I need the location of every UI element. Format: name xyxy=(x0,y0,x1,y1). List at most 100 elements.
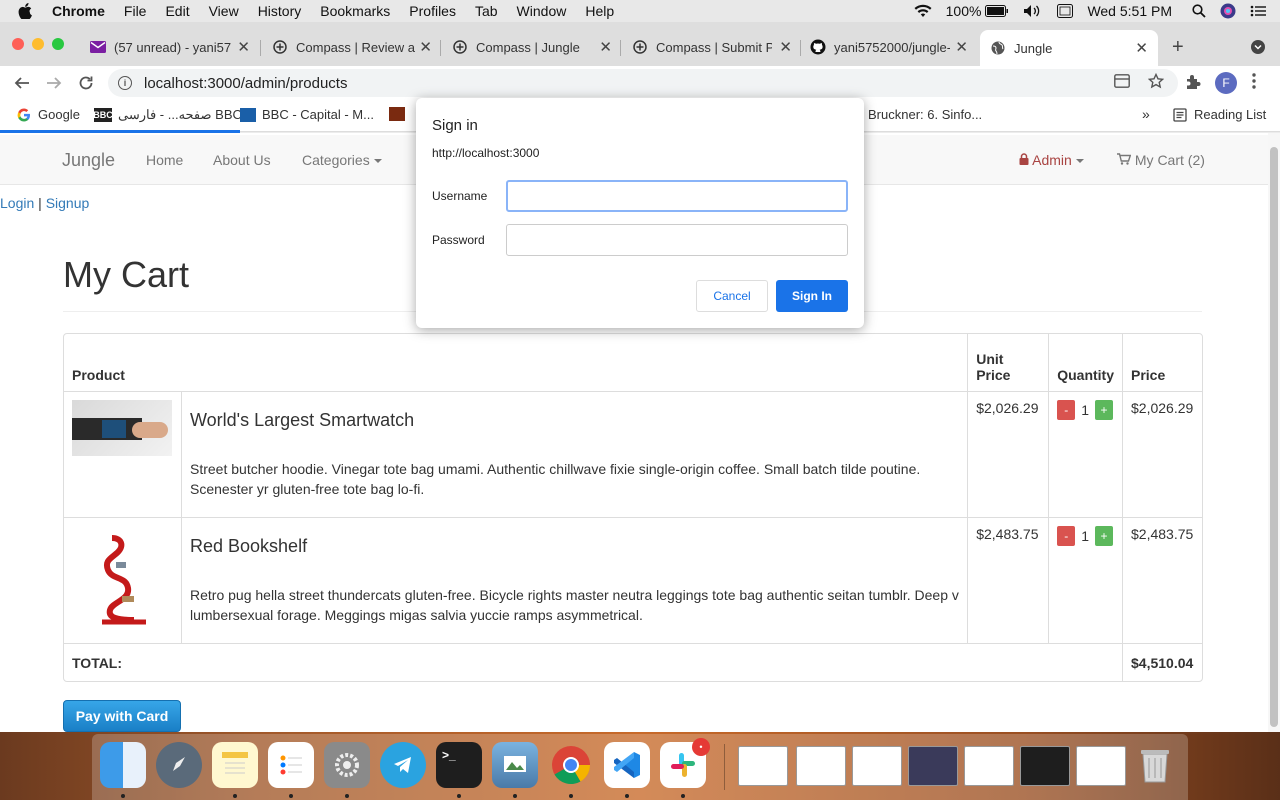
product-image-cell xyxy=(64,391,181,517)
close-tab-icon[interactable]: ✕ xyxy=(955,38,968,56)
menu-edit[interactable]: Edit xyxy=(165,3,189,19)
bookmark-bruckner[interactable]: Bruckner: 6. Sinfo... xyxy=(868,107,982,122)
apple-icon[interactable] xyxy=(18,3,36,19)
minimized-window-thumbnail[interactable] xyxy=(1020,746,1070,786)
github-icon xyxy=(810,39,826,55)
close-tab-icon[interactable]: ✕ xyxy=(237,38,250,56)
site-info-icon[interactable]: i xyxy=(118,76,132,90)
telegram-icon[interactable] xyxy=(380,742,426,788)
bookmark-bbc-capital[interactable]: BBC - Capital - M... xyxy=(240,107,374,122)
chrome-menu-icon[interactable] xyxy=(1252,73,1256,89)
nav-admin[interactable]: Admin xyxy=(1019,152,1084,168)
bookmark-bbc-persian[interactable]: BBC صفحه... - فارسی BBC xyxy=(93,107,242,123)
close-tab-icon[interactable]: ✕ xyxy=(419,38,432,56)
notes-icon[interactable] xyxy=(212,742,258,788)
site-brand[interactable]: Jungle xyxy=(62,150,115,171)
address-bar[interactable]: i localhost:3000/admin/products xyxy=(108,69,1178,97)
close-window-icon[interactable] xyxy=(12,38,24,50)
menu-file[interactable]: File xyxy=(124,3,147,19)
minimized-window-thumbnail[interactable] xyxy=(738,746,788,786)
close-tab-icon[interactable]: ✕ xyxy=(1135,39,1148,57)
cancel-button[interactable]: Cancel xyxy=(696,280,768,312)
nav-about-us[interactable]: About Us xyxy=(213,152,271,168)
tab-compass-review[interactable]: Compass | Review a ✕ xyxy=(272,34,432,60)
page-scrollbar[interactable] xyxy=(1268,133,1280,732)
system-preferences-icon[interactable] xyxy=(324,742,370,788)
menu-chrome[interactable]: Chrome xyxy=(52,3,105,19)
minimize-window-icon[interactable] xyxy=(32,38,44,50)
bookmark-star-icon[interactable] xyxy=(1147,72,1165,94)
siri-icon[interactable] xyxy=(1220,3,1236,19)
scrollbar-thumb[interactable] xyxy=(1270,147,1278,727)
address-url[interactable]: localhost:3000/admin/products xyxy=(144,75,347,92)
clock-text[interactable]: Wed 5:51 PM xyxy=(1087,3,1172,19)
signup-link[interactable]: Signup xyxy=(46,195,90,211)
menu-profiles[interactable]: Profiles xyxy=(409,3,456,19)
nav-categories[interactable]: Categories xyxy=(302,152,382,168)
tab-github[interactable]: yani5752000/jungle- ✕ xyxy=(810,34,968,60)
login-link[interactable]: Login xyxy=(0,195,34,211)
forward-arrow-icon[interactable] xyxy=(44,73,64,93)
minimized-window-thumbnail[interactable] xyxy=(964,746,1014,786)
increase-quantity-button[interactable]: + xyxy=(1095,400,1114,420)
browser-toolbar: i localhost:3000/admin/products F xyxy=(0,66,1280,100)
nav-my-cart[interactable]: My Cart (2) xyxy=(1117,152,1205,168)
username-input[interactable] xyxy=(506,180,848,212)
new-tab-icon[interactable]: + xyxy=(1172,36,1184,59)
fullscreen-window-icon[interactable] xyxy=(52,38,64,50)
minimized-window-thumbnail[interactable] xyxy=(1076,746,1126,786)
increase-quantity-button[interactable]: + xyxy=(1095,526,1114,546)
minimized-window-thumbnail[interactable] xyxy=(908,746,958,786)
line-price: $2,026.29 xyxy=(1122,391,1202,517)
close-tab-icon[interactable]: ✕ xyxy=(779,38,792,56)
reading-list[interactable]: Reading List xyxy=(1172,107,1266,122)
menu-help[interactable]: Help xyxy=(585,3,614,19)
vscode-icon[interactable] xyxy=(604,742,650,788)
trash-icon[interactable] xyxy=(1132,742,1178,788)
profile-avatar[interactable]: F xyxy=(1215,72,1237,94)
reader-mode-icon[interactable] xyxy=(1114,73,1130,93)
cart-row: Red Bookshelf Retro pug hella street thu… xyxy=(64,517,1202,643)
nav-home[interactable]: Home xyxy=(146,152,183,168)
menu-window[interactable]: Window xyxy=(517,3,567,19)
reload-icon[interactable] xyxy=(76,73,96,93)
tab-jungle-active[interactable]: Jungle ✕ xyxy=(980,30,1158,66)
tab-gmail[interactable]: (57 unread) - yani57 ✕ xyxy=(90,34,250,60)
product-name[interactable]: Red Bookshelf xyxy=(190,536,959,557)
battery-icon[interactable] xyxy=(985,5,1009,17)
extensions-icon[interactable] xyxy=(1184,73,1202,91)
spotlight-icon[interactable] xyxy=(1192,4,1206,18)
pay-with-card-button[interactable]: Pay with Card xyxy=(63,700,181,732)
sign-in-button[interactable]: Sign In xyxy=(776,280,848,312)
battery-percent: 100% xyxy=(945,3,982,19)
tab-search-icon[interactable] xyxy=(1251,40,1265,54)
tab-compass-submit[interactable]: Compass | Submit P ✕ xyxy=(632,34,792,60)
reminders-icon[interactable] xyxy=(268,742,314,788)
launchpad-icon[interactable] xyxy=(156,742,202,788)
menu-bookmarks[interactable]: Bookmarks xyxy=(320,3,390,19)
terminal-icon[interactable]: >_ xyxy=(436,742,482,788)
more-bookmarks-icon[interactable]: » xyxy=(1142,106,1150,122)
volume-icon[interactable] xyxy=(1023,4,1043,18)
tab-compass-jungle[interactable]: Compass | Jungle ✕ xyxy=(452,34,612,60)
decrease-quantity-button[interactable]: - xyxy=(1057,526,1076,546)
minimized-window-thumbnail[interactable] xyxy=(852,746,902,786)
preview-icon[interactable] xyxy=(492,742,538,788)
product-name[interactable]: World's Largest Smartwatch xyxy=(190,410,959,431)
menu-tab[interactable]: Tab xyxy=(475,3,498,19)
keyboard-icon[interactable] xyxy=(1057,4,1074,18)
password-input[interactable] xyxy=(506,224,848,256)
close-tab-icon[interactable]: ✕ xyxy=(599,38,612,56)
menu-view[interactable]: View xyxy=(209,3,239,19)
finder-icon[interactable] xyxy=(100,742,146,788)
back-arrow-icon[interactable] xyxy=(12,73,32,93)
cart-row: World's Largest Smartwatch Street butche… xyxy=(64,391,1202,517)
minimized-window-thumbnail[interactable] xyxy=(796,746,846,786)
decrease-quantity-button[interactable]: - xyxy=(1057,400,1076,420)
menu-history[interactable]: History xyxy=(258,3,302,19)
bookmark-partial[interactable] xyxy=(389,107,411,121)
wifi-icon[interactable] xyxy=(914,4,932,18)
chrome-icon[interactable] xyxy=(548,742,594,788)
bookmark-google[interactable]: Google xyxy=(16,107,80,122)
control-center-icon[interactable] xyxy=(1250,5,1266,17)
